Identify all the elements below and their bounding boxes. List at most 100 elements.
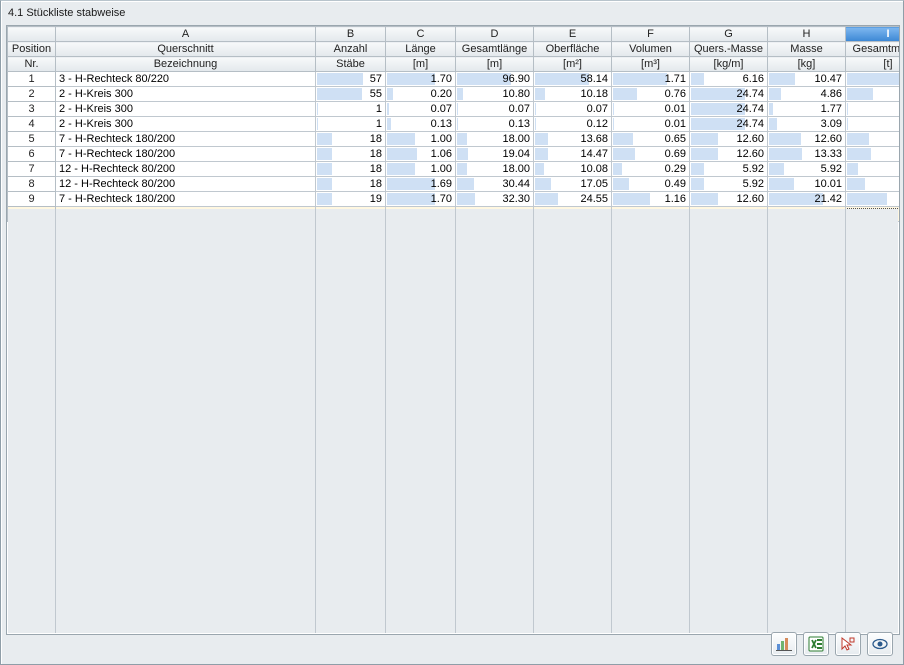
cell-E[interactable]: 58.14: [534, 72, 612, 87]
row-number[interactable]: 6: [8, 147, 56, 162]
cell-H[interactable]: 1.77: [768, 102, 846, 117]
cell-F[interactable]: 0.01: [612, 102, 690, 117]
cell-H[interactable]: 5.92: [768, 162, 846, 177]
cell-E[interactable]: 17.05: [534, 177, 612, 192]
cell-I[interactable]: 0.180: [846, 177, 901, 192]
cell-I[interactable]: 0.227: [846, 132, 901, 147]
view-toggle-button[interactable]: [867, 632, 893, 656]
cell-D[interactable]: 30.44: [456, 177, 534, 192]
cell-H[interactable]: 12.60: [768, 132, 846, 147]
chart-button[interactable]: [771, 632, 797, 656]
row-number[interactable]: 4: [8, 117, 56, 132]
cell-C[interactable]: 1.00: [386, 132, 456, 147]
cell-C[interactable]: 0.20: [386, 87, 456, 102]
cell-B[interactable]: 57: [316, 72, 386, 87]
cell-querschnitt[interactable]: 7 - H-Rechteck 180/200: [56, 192, 316, 207]
cell-D[interactable]: 32.30: [456, 192, 534, 207]
cell-G[interactable]: 24.74: [690, 102, 768, 117]
cell-D[interactable]: 0.07: [456, 102, 534, 117]
cell-B[interactable]: 1: [316, 102, 386, 117]
cell-B[interactable]: 18: [316, 147, 386, 162]
cell-F[interactable]: 0.69: [612, 147, 690, 162]
cell-I[interactable]: 0.267: [846, 87, 901, 102]
cell-H[interactable]: 3.09: [768, 117, 846, 132]
cell-I[interactable]: 0.107: [846, 162, 901, 177]
cell-D[interactable]: 96.90: [456, 72, 534, 87]
col-G-letter[interactable]: G: [690, 27, 768, 42]
cell-querschnitt[interactable]: 7 - H-Rechteck 180/200: [56, 147, 316, 162]
cell-D[interactable]: 0.13: [456, 117, 534, 132]
cell-F[interactable]: 1.16: [612, 192, 690, 207]
cell-E[interactable]: 13.68: [534, 132, 612, 147]
table-row[interactable]: 812 - H-Rechteck 80/200181.6930.4417.050…: [8, 177, 901, 192]
cell-G[interactable]: 5.92: [690, 177, 768, 192]
cell-E[interactable]: 0.07: [534, 102, 612, 117]
cell-querschnitt[interactable]: 2 - H-Kreis 300: [56, 117, 316, 132]
export-excel-button[interactable]: [803, 632, 829, 656]
cell-B[interactable]: 18: [316, 177, 386, 192]
cell-C[interactable]: 1.69: [386, 177, 456, 192]
cell-H[interactable]: 10.47: [768, 72, 846, 87]
cell-H[interactable]: 4.86: [768, 87, 846, 102]
cell-H[interactable]: 21.42: [768, 192, 846, 207]
cell-C[interactable]: 0.07: [386, 102, 456, 117]
cell-I[interactable]: 0.002: [846, 102, 901, 117]
table-row[interactable]: 712 - H-Rechteck 80/200181.0018.0010.080…: [8, 162, 901, 177]
table-row[interactable]: 57 - H-Rechteck 180/200181.0018.0013.680…: [8, 132, 901, 147]
cell-B[interactable]: 55: [316, 87, 386, 102]
table-row[interactable]: 42 - H-Kreis 30010.130.130.120.0124.743.…: [8, 117, 901, 132]
cell-D[interactable]: 18.00: [456, 132, 534, 147]
col-D-letter[interactable]: D: [456, 27, 534, 42]
cell-C[interactable]: 1.70: [386, 72, 456, 87]
table-row[interactable]: 22 - H-Kreis 300550.2010.8010.180.7624.7…: [8, 87, 901, 102]
row-number[interactable]: 9: [8, 192, 56, 207]
cell-F[interactable]: 1.71: [612, 72, 690, 87]
cell-G[interactable]: 12.60: [690, 192, 768, 207]
cell-querschnitt[interactable]: 12 - H-Rechteck 80/200: [56, 177, 316, 192]
table-row[interactable]: 13 - H-Rechteck 80/220571.7096.9058.141.…: [8, 72, 901, 87]
row-number[interactable]: 3: [8, 102, 56, 117]
cell-E[interactable]: 10.08: [534, 162, 612, 177]
table-row[interactable]: 67 - H-Rechteck 180/200181.0619.0414.470…: [8, 147, 901, 162]
table-row[interactable]: 97 - H-Rechteck 180/200191.7032.3024.551…: [8, 192, 901, 207]
cell-G[interactable]: 12.60: [690, 132, 768, 147]
cell-G[interactable]: 6.16: [690, 72, 768, 87]
cell-querschnitt[interactable]: 2 - H-Kreis 300: [56, 87, 316, 102]
row-number[interactable]: 5: [8, 132, 56, 147]
row-number[interactable]: 2: [8, 87, 56, 102]
cell-I[interactable]: 0.597: [846, 72, 901, 87]
cell-G[interactable]: 12.60: [690, 147, 768, 162]
cell-H[interactable]: 13.33: [768, 147, 846, 162]
col-E-letter[interactable]: E: [534, 27, 612, 42]
cell-G[interactable]: 24.74: [690, 117, 768, 132]
cell-F[interactable]: 0.29: [612, 162, 690, 177]
pick-element-button[interactable]: [835, 632, 861, 656]
cell-querschnitt[interactable]: 7 - H-Rechteck 180/200: [56, 132, 316, 147]
cell-B[interactable]: 18: [316, 162, 386, 177]
cell-querschnitt[interactable]: 3 - H-Rechteck 80/220: [56, 72, 316, 87]
row-number[interactable]: 8: [8, 177, 56, 192]
cell-querschnitt[interactable]: 2 - H-Kreis 300: [56, 102, 316, 117]
grid[interactable]: A B C D E F G H I Position Querschnitt A…: [6, 25, 900, 635]
cell-E[interactable]: 0.12: [534, 117, 612, 132]
cell-D[interactable]: 19.04: [456, 147, 534, 162]
cell-E[interactable]: 24.55: [534, 192, 612, 207]
cell-C[interactable]: 1.00: [386, 162, 456, 177]
cell-B[interactable]: 19: [316, 192, 386, 207]
cell-C[interactable]: 1.70: [386, 192, 456, 207]
cell-G[interactable]: 24.74: [690, 87, 768, 102]
cell-I[interactable]: 0.407: [846, 192, 901, 207]
table-row[interactable]: 32 - H-Kreis 30010.070.070.070.0124.741.…: [8, 102, 901, 117]
cell-D[interactable]: 18.00: [456, 162, 534, 177]
cell-F[interactable]: 0.65: [612, 132, 690, 147]
cell-D[interactable]: 10.80: [456, 87, 534, 102]
row-number[interactable]: 7: [8, 162, 56, 177]
cell-G[interactable]: 5.92: [690, 162, 768, 177]
cell-F[interactable]: 0.01: [612, 117, 690, 132]
cell-E[interactable]: 14.47: [534, 147, 612, 162]
cell-B[interactable]: 18: [316, 132, 386, 147]
cell-B[interactable]: 1: [316, 117, 386, 132]
row-number[interactable]: 1: [8, 72, 56, 87]
cell-F[interactable]: 0.49: [612, 177, 690, 192]
col-F-letter[interactable]: F: [612, 27, 690, 42]
